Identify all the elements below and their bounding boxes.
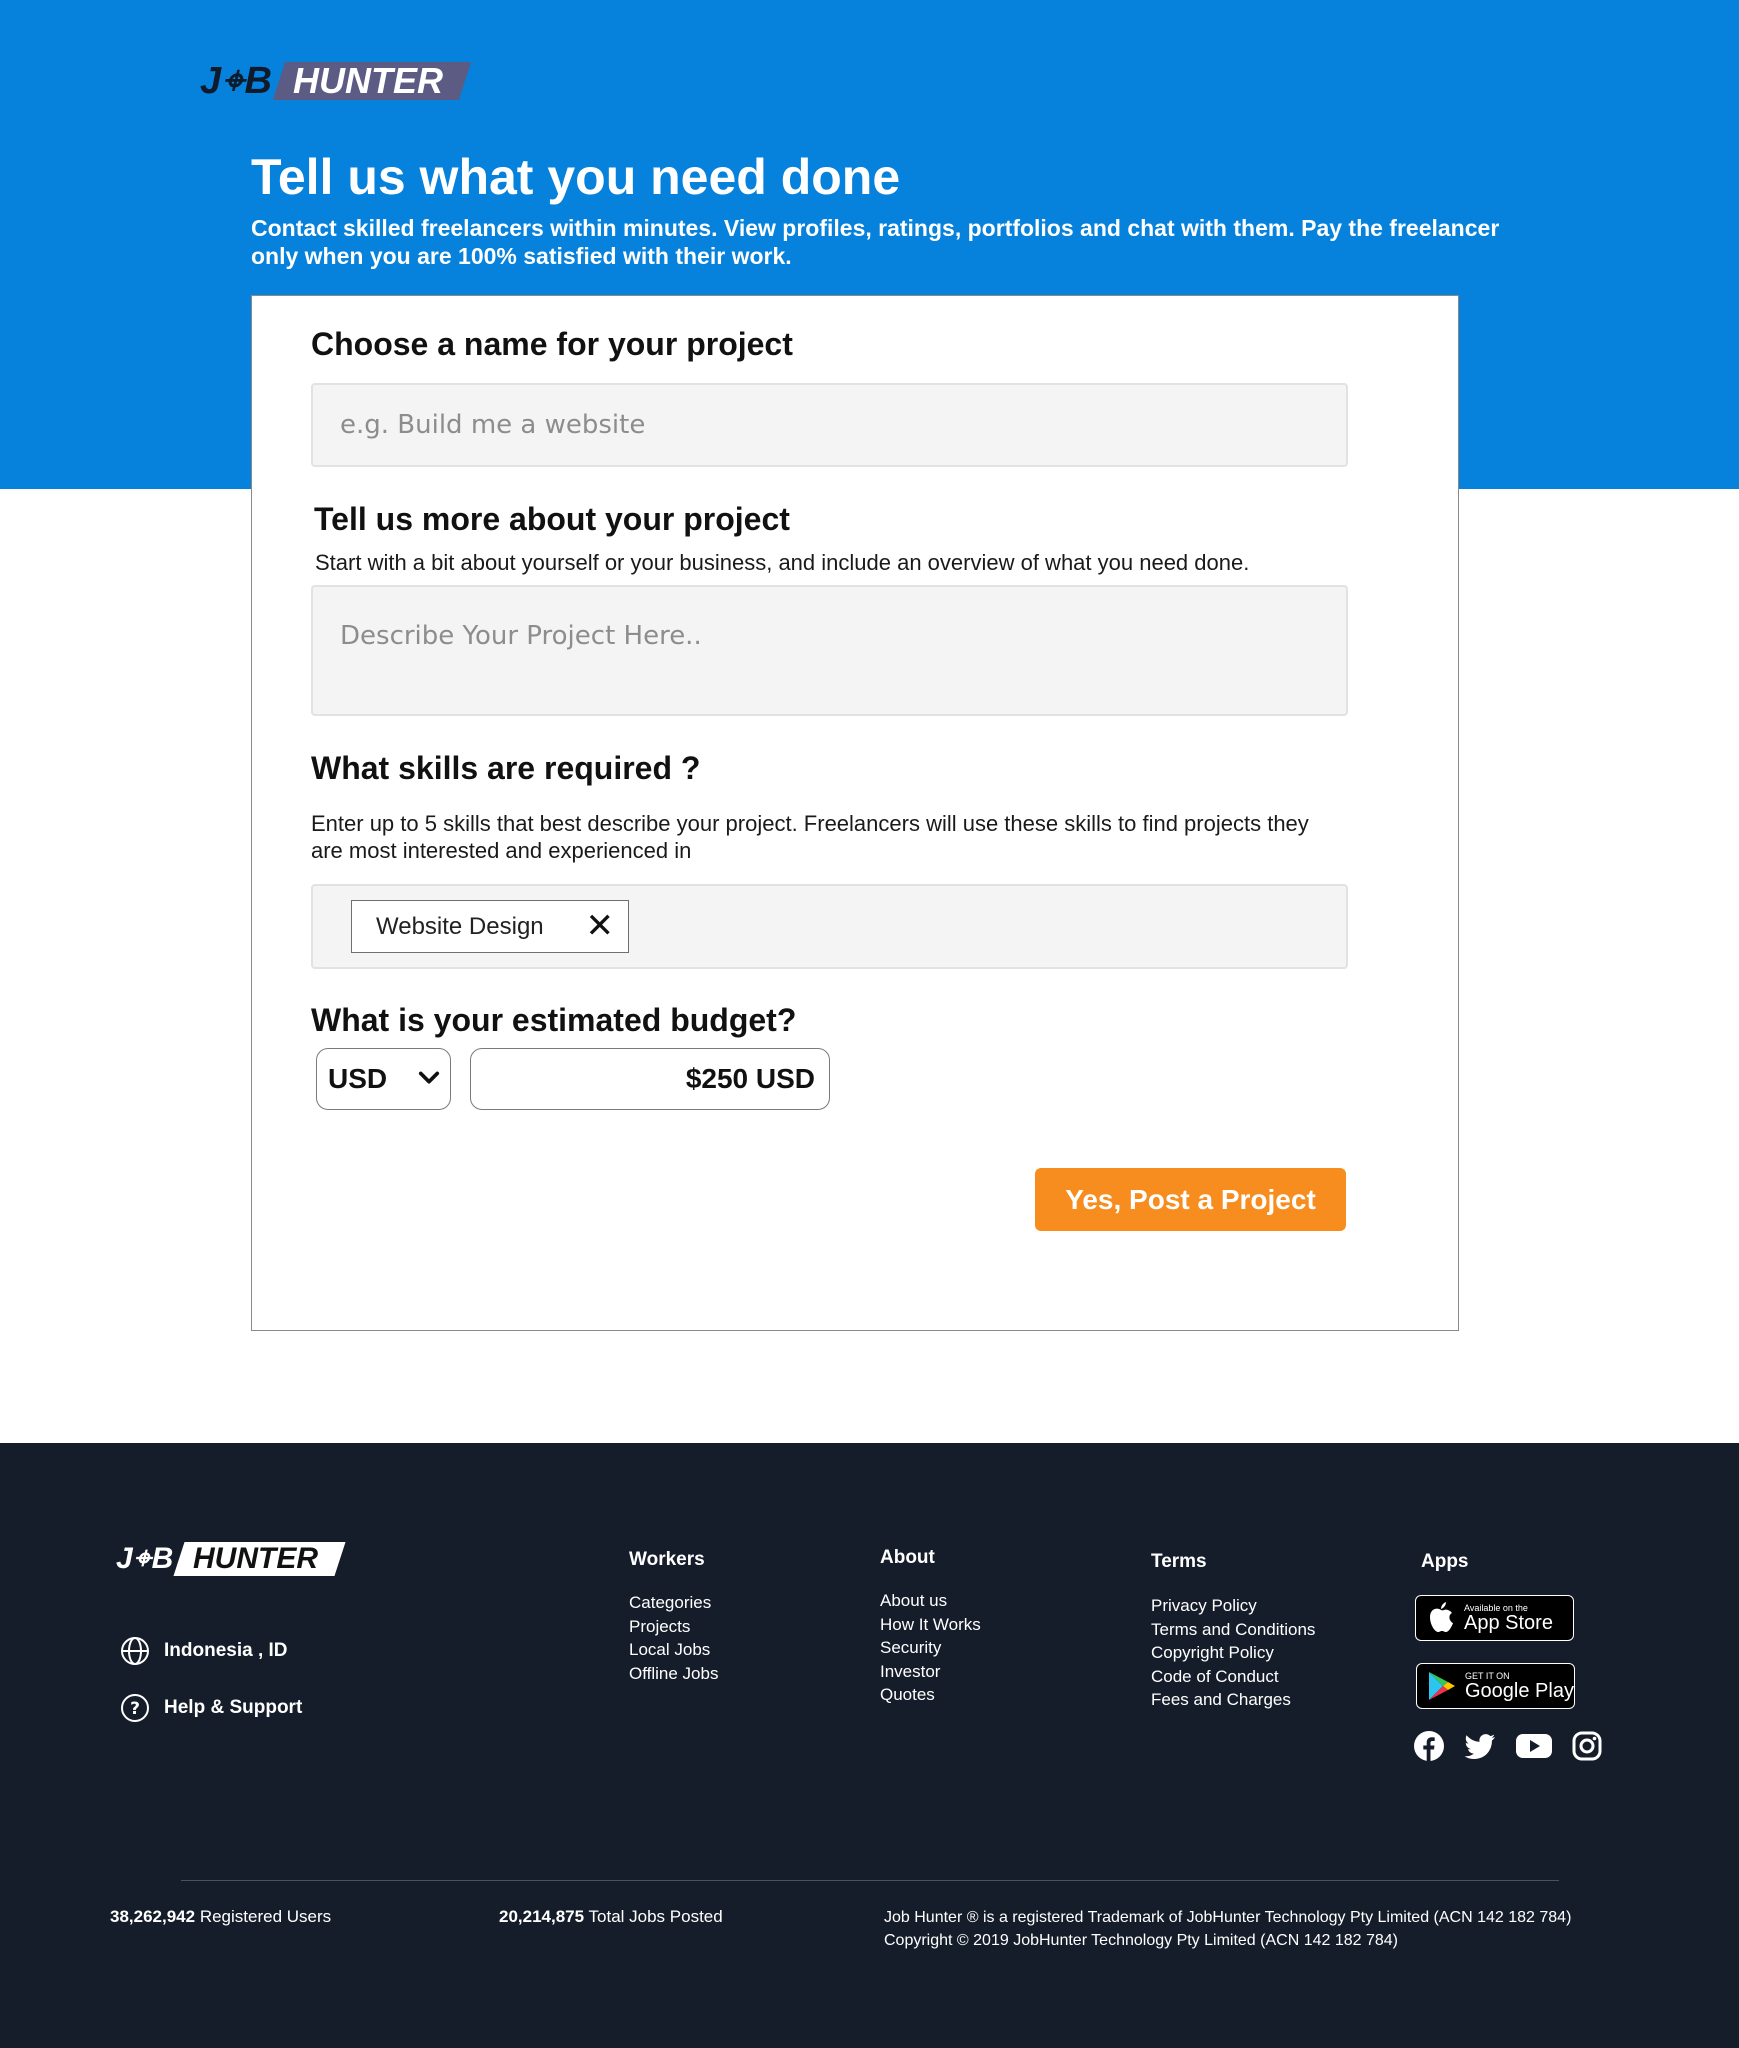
workers-links: Categories Projects Local Jobs Offline J… — [629, 1591, 718, 1685]
globe-icon — [121, 1637, 149, 1665]
skill-tag: Website Design ✕ — [351, 900, 629, 953]
help-icon: ? — [121, 1694, 149, 1722]
google-play-button[interactable]: GET IT ON Google Play — [1416, 1663, 1575, 1709]
project-description-heading: Tell us more about your project — [314, 501, 790, 537]
footer-link[interactable]: Quotes — [880, 1683, 981, 1707]
chevron-down-icon — [418, 1071, 440, 1084]
post-project-form: Choose a name for your project e.g. Buil… — [251, 295, 1459, 1331]
terms-links: Privacy Policy Terms and Conditions Copy… — [1151, 1594, 1315, 1712]
budget-input[interactable]: $250 USD — [470, 1048, 830, 1110]
site-footer: J⌖B HUNTER Indonesia , ID ? Help & Suppo… — [0, 1443, 1739, 2048]
project-name-input[interactable]: e.g. Build me a website — [311, 383, 1348, 467]
footer-logo-job-text: J⌖B — [116, 1542, 175, 1575]
google-play-big-text: Google Play — [1465, 1679, 1574, 1702]
facebook-icon[interactable] — [1414, 1731, 1444, 1761]
google-play-small-text: GET IT ON — [1465, 1670, 1510, 1681]
footer-link[interactable]: Terms and Conditions — [1151, 1618, 1315, 1642]
footer-link[interactable]: Offline Jobs — [629, 1662, 718, 1686]
footer-divider — [181, 1880, 1559, 1881]
language-selector[interactable]: Indonesia , ID — [120, 1636, 288, 1666]
help-support-label: Help & Support — [164, 1697, 303, 1718]
registered-users-count: 38,262,942 — [110, 1907, 196, 1926]
total-jobs-count: 20,214,875 — [499, 1907, 585, 1926]
app-store-button[interactable]: Available on the App Store — [1415, 1595, 1574, 1641]
footer-logo-hunter-text: HUNTER — [193, 1542, 319, 1575]
footer-link[interactable]: About us — [880, 1589, 981, 1613]
legal-notice: Job Hunter ® is a registered Trademark o… — [884, 1906, 1571, 1952]
footer-logo[interactable]: J⌖B HUNTER — [116, 1541, 346, 1577]
currency-select[interactable]: USD — [316, 1048, 451, 1110]
svg-text:?: ? — [130, 1699, 140, 1719]
about-links: About us How It Works Security Investor … — [880, 1589, 981, 1707]
skills-input[interactable]: Website Design ✕ — [311, 884, 1348, 969]
footer-link[interactable]: Privacy Policy — [1151, 1594, 1315, 1618]
skills-help: Enter up to 5 skills that best describe … — [311, 811, 1309, 863]
footer-link[interactable]: Local Jobs — [629, 1638, 718, 1662]
instagram-icon[interactable] — [1572, 1731, 1602, 1761]
project-description-help: Start with a bit about yourself or your … — [315, 550, 1250, 575]
footer-link[interactable]: Security — [880, 1636, 981, 1660]
logo-hunter-badge: HUNTER — [272, 60, 472, 101]
help-support-link[interactable]: ? Help & Support — [120, 1693, 302, 1723]
page-subtitle: Contact skilled freelancers within minut… — [251, 215, 1500, 269]
total-jobs-label: Total Jobs Posted — [588, 1907, 723, 1926]
apple-icon — [1430, 1602, 1453, 1632]
total-jobs-stat: 20,214,875 Total Jobs Posted — [499, 1907, 723, 1927]
youtube-icon[interactable] — [1516, 1731, 1552, 1761]
skills-heading: What skills are required ? — [311, 750, 701, 786]
project-name-heading: Choose a name for your project — [311, 326, 793, 362]
app-store-small-text: Available on the — [1464, 1602, 1528, 1613]
registered-users-label: Registered Users — [199, 1907, 332, 1926]
footer-logo-hunter-badge: HUNTER — [173, 1542, 346, 1576]
footer-link[interactable]: Copyright Policy — [1151, 1641, 1315, 1665]
logo-hunter-text: HUNTER — [292, 60, 443, 101]
logo-job-text: J⌖B — [200, 59, 273, 102]
project-description-textarea[interactable]: Describe Your Project Here.. — [311, 585, 1348, 716]
currency-value: USD — [328, 1063, 388, 1094]
apps-column-title: Apps — [1421, 1551, 1469, 1572]
copyright-text: Copyright © 2019 JobHunter Technology Pt… — [884, 1932, 1399, 1949]
remove-skill-icon[interactable]: ✕ — [586, 901, 615, 952]
footer-link[interactable]: Investor — [880, 1660, 981, 1684]
post-project-button[interactable]: Yes, Post a Project — [1035, 1168, 1346, 1231]
site-logo[interactable]: J⌖B HUNTER — [200, 58, 472, 104]
location-label: Indonesia , ID — [164, 1640, 288, 1661]
footer-link[interactable]: How It Works — [880, 1613, 981, 1637]
trademark-text: Job Hunter ® is a registered Trademark o… — [884, 1909, 1572, 1926]
twitter-icon[interactable] — [1464, 1731, 1496, 1761]
registered-users-stat: 38,262,942 Registered Users — [110, 1907, 331, 1927]
skill-tag-label: Website Design — [376, 913, 544, 940]
social-links — [1414, 1731, 1602, 1761]
budget-heading: What is your estimated budget? — [311, 1002, 797, 1038]
footer-link[interactable]: Categories — [629, 1591, 718, 1615]
footer-link[interactable]: Projects — [629, 1615, 718, 1639]
footer-link[interactable]: Fees and Charges — [1151, 1688, 1315, 1712]
google-play-icon — [1429, 1672, 1455, 1700]
page-title: Tell us what you need done — [251, 149, 901, 205]
terms-column-title: Terms — [1151, 1551, 1207, 1572]
workers-column-title: Workers — [629, 1549, 705, 1570]
about-column-title: About — [880, 1547, 935, 1568]
footer-link[interactable]: Code of Conduct — [1151, 1665, 1315, 1689]
app-store-big-text: App Store — [1464, 1611, 1553, 1634]
